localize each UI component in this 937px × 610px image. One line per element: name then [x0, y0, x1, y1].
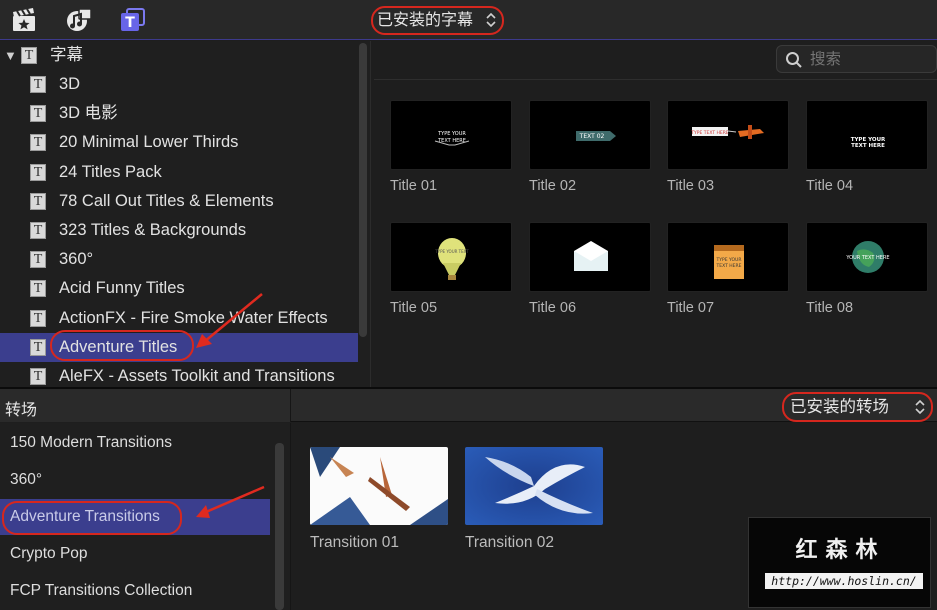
- title-thumbnail-label: Title 08: [806, 300, 854, 316]
- title-thumbnail[interactable]: YOUR TEXT HERE: [806, 222, 928, 292]
- sidebar-item-label: ActionFX - Fire Smoke Water Effects: [59, 308, 328, 327]
- svg-text:TYPE TEXT HERE: TYPE TEXT HERE: [690, 130, 729, 136]
- transitions-header-left: 转场: [0, 389, 291, 422]
- watermark-title: 红森林: [795, 538, 886, 563]
- music-photo-icon[interactable]: [66, 8, 92, 32]
- sidebar-item[interactable]: T 360°: [0, 245, 358, 274]
- title-thumbnail-label: Title 01: [390, 178, 438, 194]
- title-thumbnail[interactable]: TYPE YOUR TEXT HERE: [390, 100, 512, 170]
- search-input[interactable]: [810, 49, 930, 69]
- transitions-header: 转场 已安装的转场: [0, 389, 937, 422]
- installed-transitions-selector[interactable]: 已安装的转场: [782, 392, 933, 422]
- svg-text:T: T: [125, 15, 135, 31]
- transitions-sidebar-item[interactable]: 150 Modern Transitions: [0, 425, 270, 461]
- titles-sidebar-scrollbar[interactable]: [359, 43, 367, 337]
- sidebar-root-titles[interactable]: ▼ T 字幕: [0, 41, 358, 70]
- titles-browser: T 已安装的字幕 ▼ T 字幕 T 3D T 3D 电影 T 20 Minimal Low…: [0, 0, 937, 387]
- title-glyph-icon: T: [21, 47, 37, 64]
- transitions-sidebar-item[interactable]: Adventure Transitions: [0, 499, 270, 535]
- title-glyph-icon: T: [30, 105, 46, 123]
- titles-sidebar: ▼ T 字幕 T 3D T 3D 电影 T 20 Minimal Lower Thirds…: [0, 41, 371, 387]
- title-glyph-icon: T: [30, 338, 46, 356]
- divider: [374, 79, 937, 80]
- sidebar-item[interactable]: T 20 Minimal Lower Thirds: [0, 128, 358, 157]
- title-thumbnail[interactable]: TYPE YOUR TEXT HERE: [806, 100, 928, 170]
- sidebar-root-label: 字幕: [50, 46, 83, 64]
- title-glyph-icon: T: [30, 280, 46, 298]
- transitions-sidebar-item[interactable]: Crypto Pop: [0, 536, 270, 572]
- transitions-sidebar: 150 Modern Transitions 360° Adventure Tran…: [0, 423, 291, 610]
- title-thumbnail-label: Title 05: [390, 300, 438, 316]
- sidebar-item[interactable]: T 3D: [0, 70, 358, 99]
- title-thumbnail[interactable]: [529, 222, 651, 292]
- sidebar-item-label: 3D: [59, 75, 81, 93]
- titles-icon[interactable]: T: [120, 8, 146, 32]
- svg-text:TEXT 02: TEXT 02: [579, 133, 605, 140]
- svg-text:TYPE YOUR TEXT: TYPE YOUR TEXT: [434, 249, 469, 254]
- title-glyph-icon: T: [30, 134, 46, 152]
- title-thumbnail-label: Title 02: [529, 178, 577, 194]
- transition-thumbnail[interactable]: [310, 447, 448, 525]
- sidebar-item[interactable]: T 24 Titles Pack: [0, 158, 358, 187]
- top-toolbar: T 已安装的字幕: [0, 0, 937, 40]
- installed-titles-label: 已安装的字幕: [377, 12, 474, 29]
- disclosure-triangle-icon[interactable]: ▼: [4, 41, 17, 70]
- title-thumbnail-label: Title 04: [806, 178, 854, 194]
- search-field[interactable]: [776, 45, 937, 73]
- watermark: 红森林 http://www.hoslin.cn/: [748, 517, 931, 608]
- transitions-sidebar-item[interactable]: FCP Transitions Collection: [0, 573, 270, 609]
- installed-titles-selector[interactable]: 已安装的字幕: [371, 6, 504, 35]
- search-icon: [786, 52, 802, 68]
- sidebar-item-label: 3D 电影: [59, 104, 118, 123]
- title-thumbnail-label: Title 07: [667, 300, 715, 316]
- title-glyph-icon: T: [30, 309, 46, 327]
- transition-thumbnail[interactable]: [465, 447, 603, 525]
- title-thumbnail-label: Title 03: [667, 178, 715, 194]
- svg-text:TYPE YOUR: TYPE YOUR: [437, 131, 466, 137]
- clapper-star-icon[interactable]: [11, 8, 37, 32]
- sidebar-item-label: 24 Titles Pack: [59, 162, 162, 181]
- title-glyph-icon: T: [30, 192, 46, 210]
- transitions-sidebar-item[interactable]: 360°: [0, 462, 270, 498]
- sidebar-item[interactable]: T 323 Titles & Backgrounds: [0, 216, 358, 245]
- sidebar-item[interactable]: T 3D 电影: [0, 99, 358, 128]
- selector-chevron-icon: [486, 8, 496, 41]
- title-thumbnail[interactable]: TEXT 02: [529, 100, 651, 170]
- transitions-heading: 转场: [5, 402, 38, 419]
- sidebar-item[interactable]: T Adventure Titles: [0, 332, 358, 362]
- title-thumbnail[interactable]: TYPE YOUR TEXT HERE: [667, 222, 789, 292]
- sidebar-item-label: 360°: [59, 250, 94, 269]
- transition-thumbnail-label: Transition 01: [310, 534, 400, 551]
- sidebar-item[interactable]: T Acid Funny Titles: [0, 274, 358, 303]
- sidebar-item[interactable]: T ActionFX - Fire Smoke Water Effects: [0, 304, 358, 333]
- transition-thumbnail-label: Transition 02: [465, 534, 555, 551]
- svg-text:TEXT HERE: TEXT HERE: [851, 143, 885, 149]
- sidebar-item-label: 20 Minimal Lower Thirds: [59, 133, 239, 152]
- svg-text:TEXT HERE: TEXT HERE: [716, 263, 742, 269]
- title-thumbnail[interactable]: TYPE TEXT HERE: [667, 100, 789, 170]
- title-thumbnail-label: Title 06: [529, 300, 577, 316]
- installed-transitions-label: 已安装的转场: [790, 398, 889, 416]
- sidebar-item-label: 78 Call Out Titles & Elements: [59, 191, 274, 210]
- sidebar-item-label: Adventure Titles: [59, 337, 178, 356]
- sidebar-item[interactable]: T 78 Call Out Titles & Elements: [0, 187, 358, 216]
- title-glyph-icon: T: [30, 163, 46, 181]
- svg-text:YOUR TEXT HERE: YOUR TEXT HERE: [845, 255, 889, 261]
- title-glyph-icon: T: [30, 251, 46, 269]
- sidebar-item-label: 323 Titles & Backgrounds: [59, 221, 247, 239]
- sidebar-item-label: Acid Funny Titles: [59, 279, 185, 298]
- transitions-sidebar-scrollbar[interactable]: [275, 443, 284, 610]
- svg-text:TYPE YOUR: TYPE YOUR: [716, 257, 742, 263]
- title-thumbnail[interactable]: TYPE YOUR TEXT: [390, 222, 512, 292]
- title-glyph-icon: T: [30, 222, 46, 239]
- title-glyph-icon: T: [30, 76, 46, 93]
- title-glyph-icon: T: [30, 368, 46, 385]
- selector-chevron-icon: [915, 394, 925, 429]
- watermark-url: http://www.hoslin.cn/: [765, 573, 923, 589]
